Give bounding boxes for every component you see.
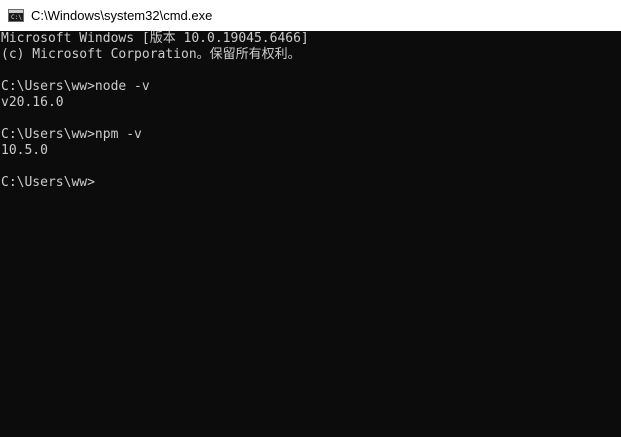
console-line: C:\Users\ww>node -v [1, 79, 150, 94]
console-line: (c) Microsoft Corporation。保留所有权利。 [1, 47, 301, 62]
console-prompt-line[interactable]: C:\Users\ww> [1, 175, 621, 191]
cmd-icon: C:\ [8, 9, 24, 22]
cmd-icon-glyph: C:\ [11, 14, 22, 21]
cmd-window: C:\ C:\Windows\system32\cmd.exe Microsof… [0, 0, 621, 437]
console-line: 10.5.0 [1, 143, 48, 158]
console-line: Microsoft Windows [版本 10.0.19045.6466] [1, 31, 309, 46]
window-title: C:\Windows\system32\cmd.exe [31, 8, 213, 23]
title-bar[interactable]: C:\ C:\Windows\system32\cmd.exe [0, 0, 621, 31]
console-line: C:\Users\ww>npm -v [1, 127, 142, 142]
console-line: v20.16.0 [1, 95, 64, 110]
console-output[interactable]: Microsoft Windows [版本 10.0.19045.6466] (… [0, 31, 621, 437]
